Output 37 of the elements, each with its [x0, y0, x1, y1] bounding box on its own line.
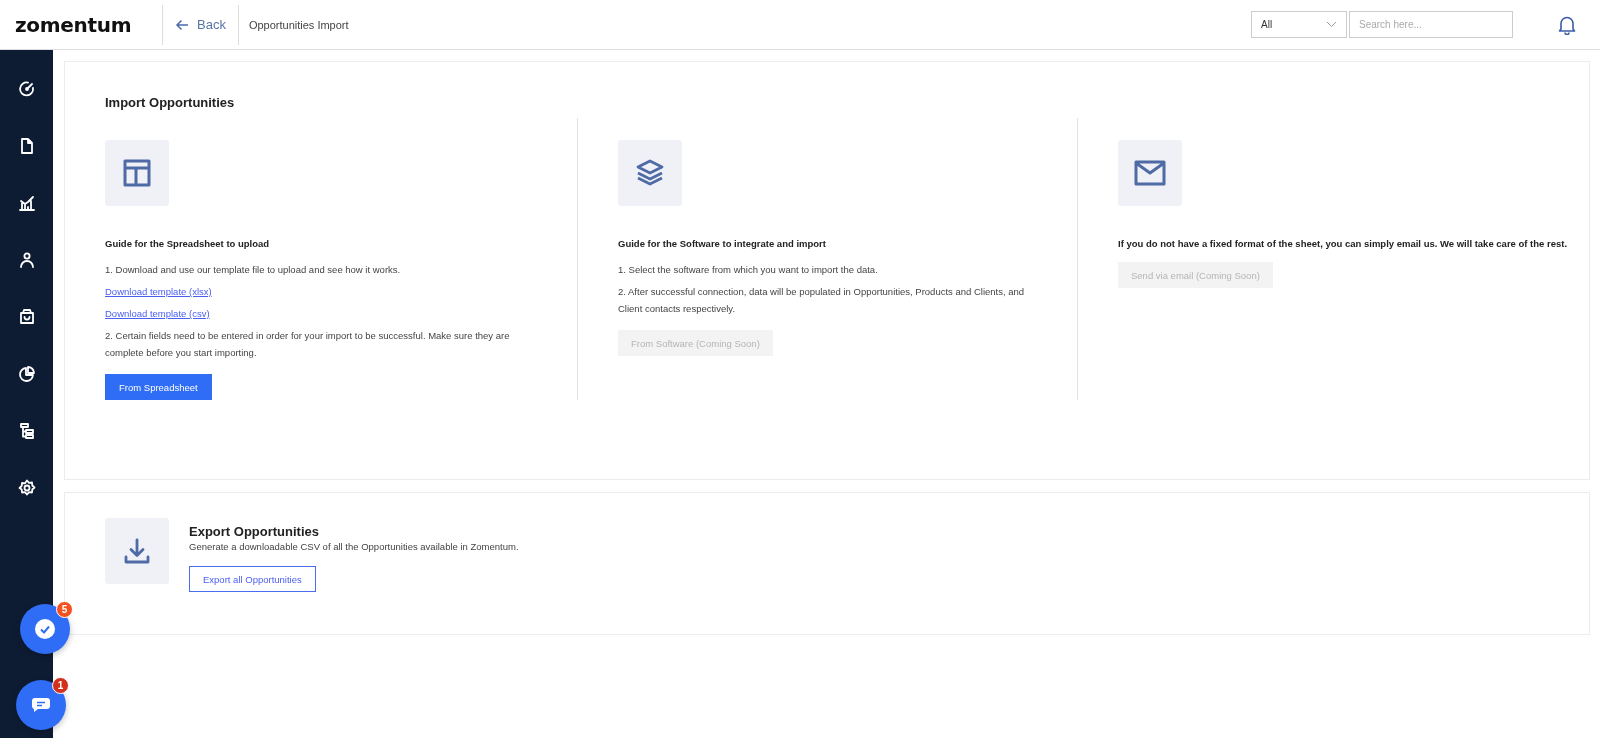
back-link[interactable]: Back — [162, 4, 239, 45]
bar-chart-icon[interactable] — [17, 194, 36, 212]
logo: zomentum — [14, 12, 133, 37]
arrow-left-icon — [175, 18, 189, 31]
search-field[interactable]: Search here... — [1349, 11, 1513, 38]
pie-chart-icon[interactable] — [17, 365, 36, 383]
count-badge: 1 — [52, 677, 69, 694]
description: Generate a downloadable CSV of all the Opportunities available in Zomentum. — [189, 541, 519, 552]
tasks-button[interactable]: 5 — [20, 604, 70, 654]
bell-icon[interactable] — [1558, 14, 1576, 35]
chevron-down-icon — [1326, 21, 1337, 28]
guide-step: 1. Download and use our template file to upload and see how it works. — [105, 261, 577, 278]
guide-step: 2. After successful connection, data will be populated in Opportunities, Products and Clients, and Client contacts respectively. — [618, 283, 1077, 317]
primary-button[interactable]: From Spreadsheet — [105, 374, 212, 400]
download-icon — [123, 537, 151, 565]
section-title: Export Opportunities — [189, 524, 320, 539]
settings-icon[interactable] — [17, 479, 36, 497]
mail-icon — [1133, 159, 1167, 187]
guide-heading: Guide for the Spreadsheet to upload — [105, 238, 271, 249]
guide-heading: If you do not have a fixed format of the sheet, you can simply email us. We will take care of the rest. — [1118, 238, 1569, 249]
count-badge: 5 — [56, 601, 73, 618]
section-title: Import Opportunities — [105, 95, 236, 110]
gauge-icon[interactable] — [17, 80, 36, 98]
guide-step: 1. Select the software from which you want to import the data. — [618, 261, 1077, 278]
filter-dropdown[interactable]: All — [1251, 11, 1347, 38]
check-icon — [35, 619, 55, 639]
export-button[interactable]: Export all Opportunities — [189, 566, 316, 592]
guide-heading: Guide for the Software to integrate and import — [618, 238, 827, 249]
chat-icon — [31, 697, 51, 713]
page-title: Opportunities Import — [247, 18, 349, 31]
layout-icon — [121, 157, 153, 189]
download-link[interactable]: Download template (xlsx) — [105, 283, 212, 300]
guide-step: 2. Certain fields need to be entered in order for your import to be successful. Make sure they are complete before you start importing. — [105, 327, 577, 361]
bag-icon[interactable] — [17, 308, 36, 326]
person-icon[interactable] — [17, 251, 36, 269]
download-link[interactable]: Download template (csv) — [105, 305, 210, 322]
hierarchy-icon[interactable] — [17, 422, 36, 440]
